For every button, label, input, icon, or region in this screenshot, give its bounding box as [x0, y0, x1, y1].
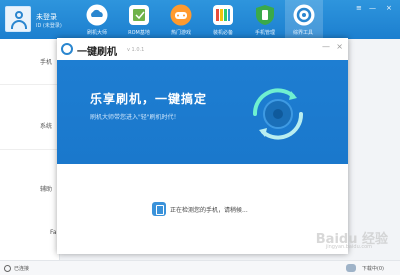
hero-title: 乐享刷机，一键搞定: [90, 92, 208, 106]
sidebar-item-system[interactable]: 系统: [40, 121, 52, 130]
dialog-title: 一键刷机: [77, 47, 117, 58]
apps-icon: [213, 5, 233, 25]
nav-tools[interactable]: 综界工具: [285, 0, 323, 39]
dialog-titlebar: 一键刷机 v 1.0.1 — ×: [57, 38, 348, 60]
cloud-icon: [86, 4, 108, 26]
minimize-button[interactable]: —: [369, 4, 376, 12]
dialog-close-button[interactable]: ×: [336, 42, 343, 51]
nav-phone-manager[interactable]: 手机管理: [247, 0, 283, 39]
nav-label: 热门游戏: [170, 30, 191, 36]
sync-spinner-icon: [252, 88, 304, 140]
login-sub: ID (未登录): [36, 23, 62, 29]
download-status[interactable]: 下载中(0): [362, 265, 384, 272]
sidebar-item-assist[interactable]: 辅助: [40, 184, 52, 193]
avatar[interactable]: [5, 6, 31, 32]
close-button[interactable]: ×: [386, 4, 392, 12]
detect-area: 正在检测您的手机，请稍候...: [57, 164, 348, 254]
shield-icon: [256, 5, 274, 25]
user-icon: [15, 11, 23, 19]
top-bar: 未登录 ID (未登录) 刷机大师 ROM基地 热门游戏 装机必备 手机管理 综…: [0, 0, 400, 39]
menu-icon[interactable]: ≡: [356, 4, 362, 12]
nav-label: ROM基地: [128, 30, 150, 36]
connection-icon: [4, 265, 11, 272]
login-name[interactable]: 未登录: [36, 12, 57, 22]
nav-label: 装机必备: [212, 30, 233, 36]
dialog-version: v 1.0.1: [127, 47, 145, 53]
status-bar: 已连接 下载中(0): [0, 260, 400, 275]
gamepad-icon: [170, 4, 192, 26]
sidebar: 手机 系统 辅助 Fa: [0, 39, 60, 260]
divider: [0, 149, 60, 150]
flash-dialog: 乐享刷机，一键搞定 刷机大师带您进入"轻"刷机时代！ 一键刷机 v 1.0.1 …: [57, 38, 348, 254]
nav-rom-base[interactable]: ROM基地: [121, 0, 157, 39]
flash-logo-icon: [61, 43, 73, 55]
nav-label: 刷机大师: [86, 30, 107, 36]
divider: [0, 84, 60, 85]
rom-icon: [129, 5, 149, 25]
user-icon-body: [11, 20, 27, 29]
nav-essential-apps[interactable]: 装机必备: [205, 0, 241, 39]
nav-label: 综界工具: [292, 30, 313, 36]
sidebar-item-phone[interactable]: 手机: [40, 57, 52, 66]
nav-flash-master[interactable]: 刷机大师: [79, 0, 115, 39]
phone-icon: [152, 202, 166, 216]
dialog-minimize-button[interactable]: —: [322, 42, 330, 51]
watermark-url: jingyan.baidu.com: [325, 244, 372, 250]
nav-hot-games[interactable]: 热门游戏: [163, 0, 199, 39]
sidebar-item-fa[interactable]: Fa: [50, 229, 57, 236]
tools-icon: [293, 4, 315, 26]
detect-status: 正在检测您的手机，请稍候...: [170, 207, 248, 214]
connection-status: 已连接: [14, 266, 30, 272]
download-icon: [346, 264, 356, 272]
hero-subtitle: 刷机大师带您进入"轻"刷机时代！: [90, 114, 180, 121]
